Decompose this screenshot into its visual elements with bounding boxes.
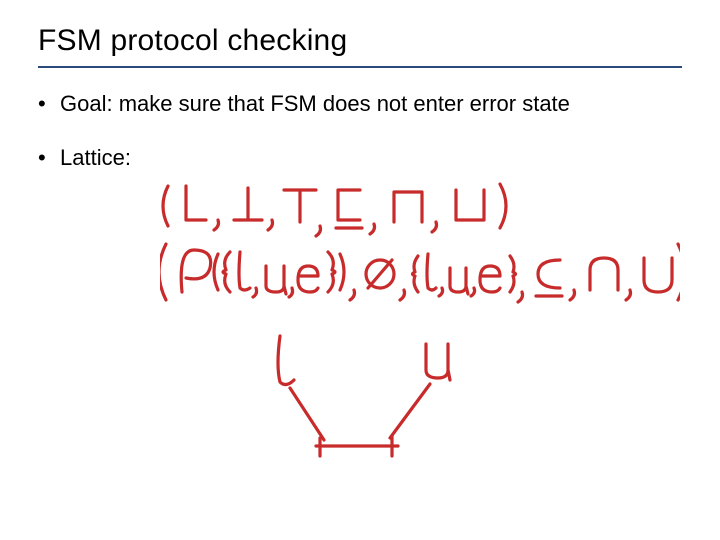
title-underline [38,66,682,68]
bullet-item: Lattice: [38,144,682,172]
slide-title: FSM protocol checking [38,24,347,58]
handwritten-annotation [160,180,680,480]
slide: FSM protocol checking Goal: make sure th… [0,0,720,540]
bullet-item: Goal: make sure that FSM does not enter … [38,90,682,118]
